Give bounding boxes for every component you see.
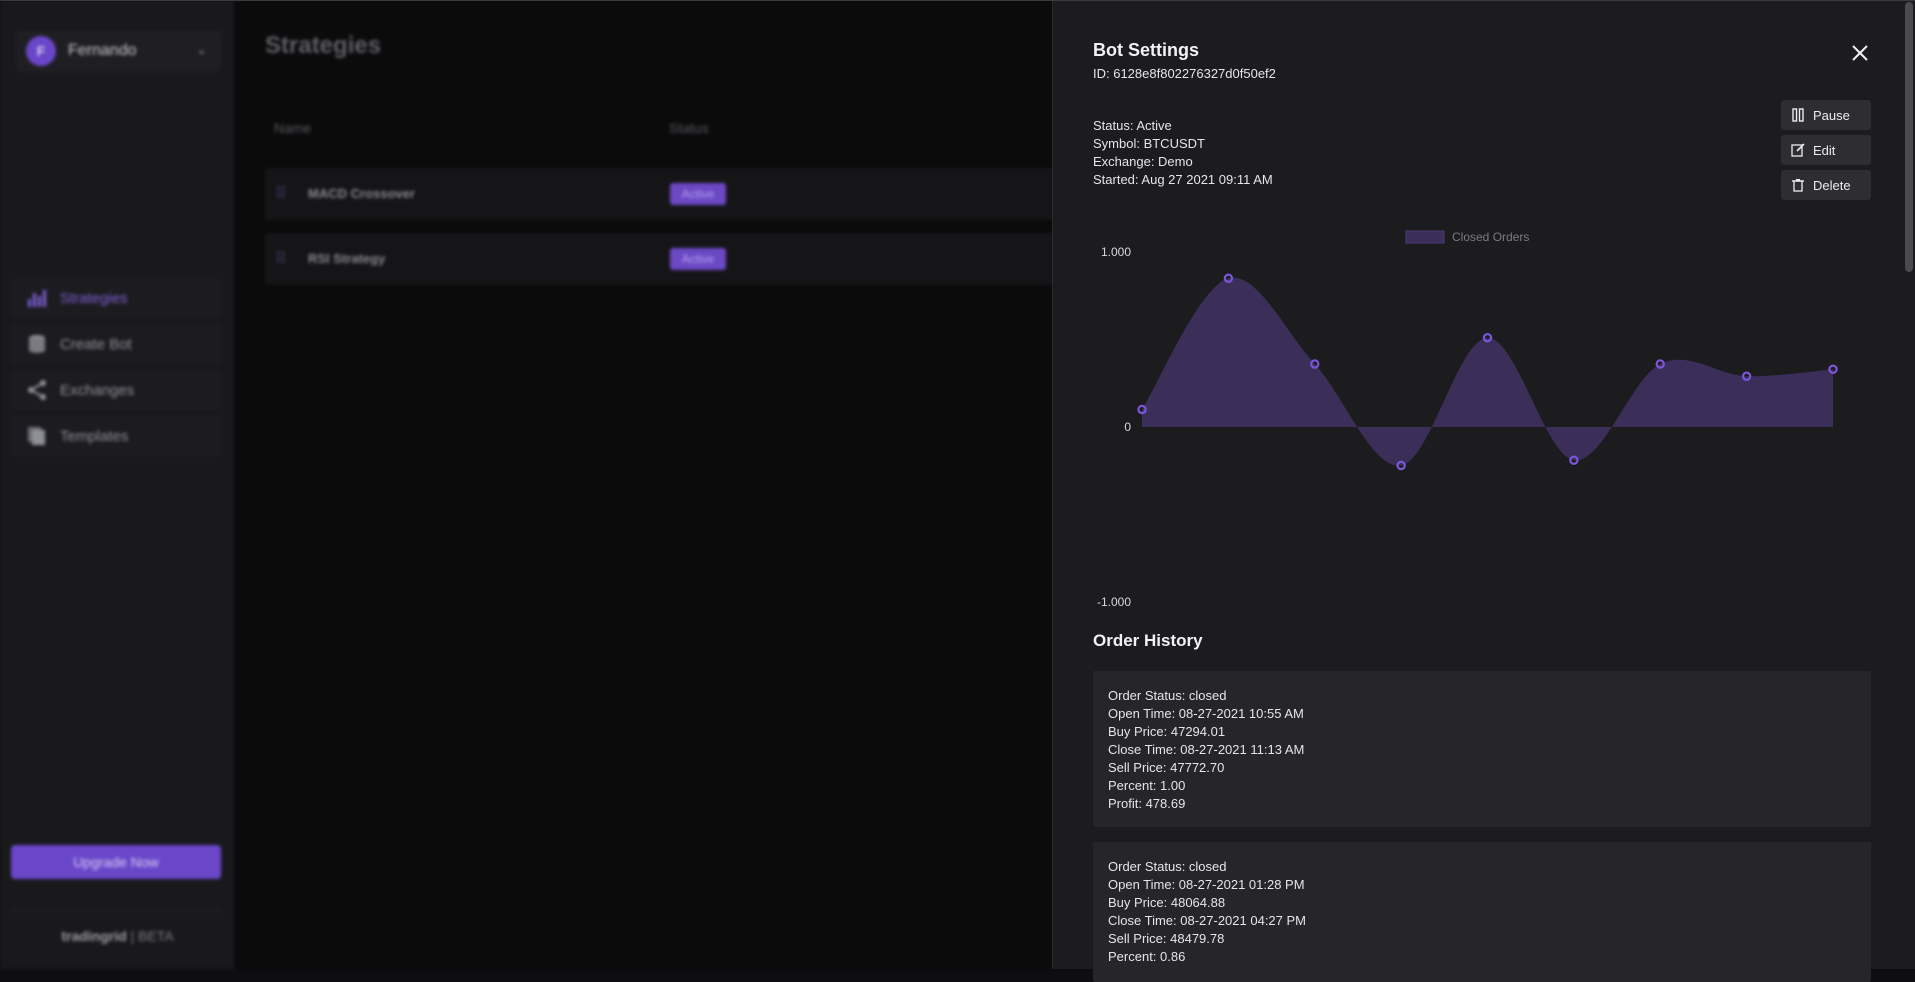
legend-swatch (1405, 230, 1445, 244)
table-row[interactable]: ⠿ RSI Strategy Active (265, 233, 1055, 285)
bot-id: ID: 6128e8f802276327d0f50ef2 (1093, 66, 1276, 81)
order-buy-price: Buy Price: 47294.01 (1108, 724, 1226, 739)
delete-button[interactable]: Delete (1781, 170, 1871, 200)
status-badge: Active (670, 183, 726, 205)
sidebar-item-strategies[interactable]: Strategies (10, 278, 222, 318)
strategy-name: MACD Crossover (308, 186, 415, 201)
bot-info: Status: Active Symbol: BTCUSDT Exchange:… (1093, 117, 1273, 189)
status-badge: Active (670, 248, 726, 270)
column-header-status: Status (669, 120, 709, 136)
sidebar-item-exchanges[interactable]: Exchanges (10, 370, 222, 410)
order-status: Order Status: closed (1108, 688, 1227, 703)
order-sell-price: Sell Price: 48479.78 (1108, 931, 1225, 946)
sidebar-nav: Strategies Create Bot Exchanges Template… (10, 278, 222, 462)
order-percent: Percent: 0.86 (1108, 949, 1186, 964)
order-close-time: Close Time: 08-27-2021 04:27 PM (1108, 913, 1306, 928)
user-switcher[interactable]: F Fernando ⌄ (16, 30, 221, 72)
order-close-time: Close Time: 08-27-2021 11:13 AM (1108, 742, 1305, 757)
pause-label: Pause (1813, 107, 1850, 123)
order-status: Order Status: closed (1108, 859, 1227, 874)
scrollbar-thumb[interactable] (1905, 2, 1913, 272)
table-row[interactable]: ⠿ MACD Crossover Active (265, 168, 1055, 220)
close-icon[interactable] (1849, 42, 1871, 64)
sidebar: F Fernando ⌄ Strategies Create Bot Excha… (0, 0, 235, 969)
chevron-down-icon: ⌄ (196, 42, 207, 57)
bot-settings-drawer: Bot Settings ID: 6128e8f802276327d0f50ef… (1052, 0, 1915, 982)
brand-suffix: | BETA (126, 928, 174, 944)
sidebar-item-create-bot[interactable]: Create Bot (10, 324, 222, 364)
order-card: Order Status: closed Open Time: 08-27-20… (1093, 671, 1871, 827)
share-icon (28, 380, 46, 400)
order-percent: Percent: 1.00 (1108, 778, 1186, 793)
trash-icon (1792, 179, 1804, 192)
database-icon (29, 335, 45, 353)
divider (11, 910, 221, 911)
drag-handle-icon[interactable]: ⠿ (275, 249, 287, 269)
avatar: F (26, 36, 56, 66)
brand-logo: tradingrid | BETA (0, 928, 235, 944)
sidebar-item-templates[interactable]: Templates (10, 416, 222, 456)
y-tick-label: 1.000 (1101, 245, 1131, 259)
main-content: Strategies Name Status ⠿ MACD Crossover … (235, 0, 1055, 969)
scrollbar[interactable] (1902, 0, 1915, 969)
order-card: Order Status: closed Open Time: 08-27-20… (1093, 842, 1871, 982)
brand-name: tradingrid (61, 928, 127, 944)
divider (0, 0, 1915, 1)
order-profit: Profit: 478.69 (1108, 796, 1186, 811)
order-buy-price: Buy Price: 48064.88 (1108, 895, 1226, 910)
sidebar-item-label: Strategies (60, 289, 128, 307)
pause-icon (1792, 108, 1804, 122)
drag-handle-icon[interactable]: ⠿ (275, 184, 287, 204)
bot-symbol: Symbol: BTCUSDT (1093, 136, 1205, 151)
series-area (1142, 277, 1833, 466)
order-sell-price: Sell Price: 47772.70 (1108, 760, 1225, 775)
edit-button[interactable]: Edit (1781, 135, 1871, 165)
page-title: Strategies (265, 32, 382, 59)
bar-chart-icon (28, 290, 46, 307)
strategy-name: RSI Strategy (308, 251, 386, 266)
sidebar-item-label: Exchanges (60, 381, 135, 399)
order-history-title: Order History (1093, 631, 1203, 650)
order-open-time: Open Time: 08-27-2021 10:55 AM (1108, 706, 1304, 721)
pause-button[interactable]: Pause (1781, 100, 1871, 130)
bot-status: Status: Active (1093, 118, 1172, 133)
column-header-name: Name (274, 120, 312, 136)
bot-started: Started: Aug 27 2021 09:11 AM (1093, 172, 1273, 187)
y-tick-label: -1.000 (1097, 595, 1131, 609)
copy-icon (28, 427, 45, 445)
edit-label: Edit (1813, 142, 1836, 158)
drawer-title: Bot Settings (1093, 40, 1199, 60)
user-name: Fernando (68, 42, 137, 59)
closed-orders-chart: Closed Orders 1.000 0 -1.000 (1097, 230, 1838, 609)
delete-label: Delete (1813, 177, 1851, 193)
edit-icon (1791, 143, 1805, 157)
legend-label: Closed Orders (1452, 230, 1529, 244)
y-tick-label: 0 (1124, 420, 1131, 434)
bot-exchange: Exchange: Demo (1093, 154, 1193, 169)
upgrade-button[interactable]: Upgrade Now (11, 845, 221, 879)
order-open-time: Open Time: 08-27-2021 01:28 PM (1108, 877, 1305, 892)
sidebar-item-label: Templates (60, 427, 129, 445)
sidebar-item-label: Create Bot (60, 335, 132, 353)
